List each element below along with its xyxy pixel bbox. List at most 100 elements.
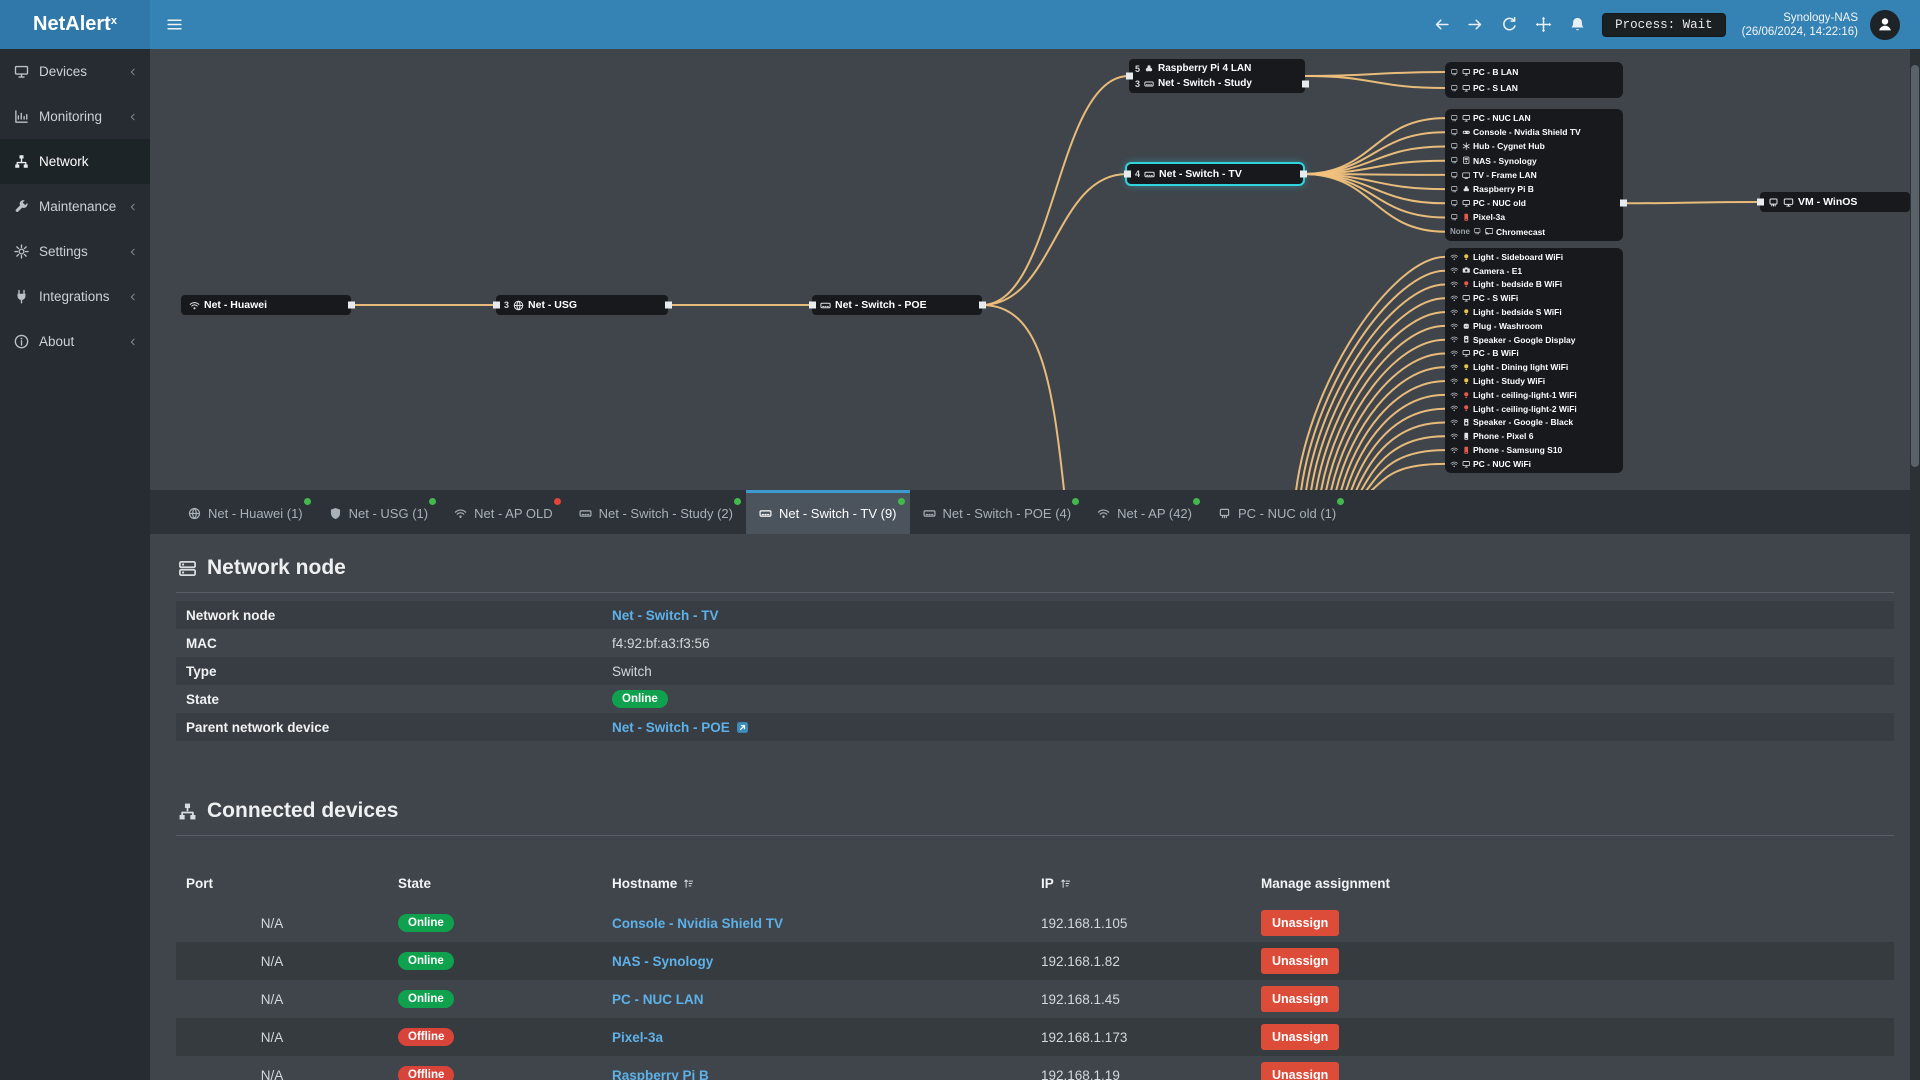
scrollbar-thumb[interactable] [1911, 65, 1919, 467]
device-leaf-speaker-google-display[interactable]: Speaker - Google Display [1450, 333, 1618, 347]
device-leaf-plug-washroom[interactable]: Plug - Washroom [1450, 319, 1618, 333]
device-leaf-light-study-wifi[interactable]: Light - Study WiFi [1450, 374, 1618, 388]
shield-icon [329, 507, 342, 520]
device-leaf-light-bedside-s-wifi[interactable]: Light - bedside S WiFi [1450, 305, 1618, 319]
hostname-link[interactable]: Raspberry Pi B [612, 1068, 709, 1080]
device-leaf-light-sideboard-wifi[interactable]: Light - Sideboard WiFi [1450, 250, 1618, 264]
topology-node-net-switch-poe[interactable]: Net - Switch - POE [808, 295, 986, 315]
sidebar-item-network[interactable]: Network [0, 139, 150, 184]
topology-node-vm-winos[interactable]: VM - WinOS [1756, 192, 1910, 212]
state-badge: Offline [398, 1066, 455, 1080]
device-label: Phone - Samsung S10 [1473, 445, 1563, 456]
tab-net-switch-poe-4[interactable]: Net - Switch - POE (4) [910, 490, 1085, 534]
hostname-link[interactable]: PC - NUC LAN [612, 992, 704, 1007]
device-leaf-pc-b-lan[interactable]: PC - B LAN [1450, 64, 1618, 80]
refresh-button[interactable] [1492, 16, 1526, 33]
eth-icon [1450, 142, 1459, 151]
topology-node-group-study[interactable]: 5 Raspberry Pi 4 LAN 3 Net - Switch - Study [1125, 59, 1309, 93]
node-link[interactable]: Net - Switch - TV [612, 608, 719, 623]
tab-pc-nuc-old-1[interactable]: PC - NUC old (1) [1205, 490, 1349, 534]
hostname-link[interactable]: NAS - Synology [612, 954, 713, 969]
device-leaf-pc-nuc-lan[interactable]: PC - NUC LAN [1450, 111, 1618, 125]
device-leaf-console-nvidia-shield-tv[interactable]: Console - Nvidia Shield TV [1450, 125, 1618, 139]
device-leaf-camera-e1[interactable]: Camera - E1 [1450, 264, 1618, 278]
sidebar-item-monitoring[interactable]: Monitoring [0, 94, 150, 139]
node-label: Net - USG [528, 299, 578, 311]
tab-net-ap-42[interactable]: Net - AP (42) [1084, 490, 1205, 534]
sidebar-item-devices[interactable]: Devices [0, 49, 150, 94]
device-leaf-pc-nuc-old[interactable]: PC - NUC old [1450, 196, 1618, 210]
device-leaf-speaker-google-black[interactable]: Speaker - Google - Black [1450, 416, 1618, 430]
node-tabs: Net - Huawei (1) Net - USG (1) Net - AP OL… [150, 490, 1920, 534]
connector [492, 301, 500, 309]
device-leaf-pc-nuc-wifi[interactable]: PC - NUC WiFi [1450, 457, 1618, 471]
hostname-link[interactable]: Pixel-3a [612, 1030, 663, 1045]
column-header-ip[interactable]: IP [1041, 876, 1261, 891]
process-status-badge[interactable]: Process: Wait [1602, 12, 1726, 37]
hostname-link[interactable]: Console - Nvidia Shield TV [612, 916, 783, 931]
back-button[interactable] [1424, 16, 1458, 33]
column-header-hostname[interactable]: Hostname [612, 876, 1041, 891]
device-label: Light - Sideboard WiFi [1473, 251, 1564, 262]
device-leaf-light-ceiling-light-1-wifi[interactable]: Light - ceiling-light-1 WiFi [1450, 388, 1618, 402]
info-label: State [186, 691, 220, 707]
pc-icon [1462, 294, 1471, 303]
device-leaf-phone-pixel-6[interactable]: Phone - Pixel 6 [1450, 429, 1618, 443]
device-leaf-raspberry-pi-b[interactable]: Raspberry Pi B [1450, 182, 1618, 196]
tab-net-switch-tv-9[interactable]: Net - Switch - TV (9) [746, 490, 910, 534]
sidebar-item-settings[interactable]: Settings [0, 229, 150, 274]
stack-row-raspberry-pi-4-lan[interactable]: 5 Raspberry Pi 4 LAN [1135, 61, 1299, 76]
device-label: Speaker - Google Display [1473, 334, 1576, 345]
sidebar-item-label: Settings [39, 244, 88, 259]
unassign-button[interactable]: Unassign [1261, 1024, 1340, 1050]
globe-icon [188, 507, 201, 520]
table-row: N/A Offline Pixel-3a 192.168.1.173 Unassign [176, 1018, 1894, 1056]
unassign-button[interactable]: Unassign [1261, 1062, 1340, 1080]
user-icon [1877, 16, 1893, 34]
device-leaf-hub-cygnet-hub[interactable]: Hub - Cygnet Hub [1450, 139, 1618, 153]
node-label: Net - Huawei [204, 299, 268, 311]
sidebar-item-about[interactable]: About [0, 319, 150, 364]
sidebar-item-integrations[interactable]: Integrations [0, 274, 150, 319]
device-label: PC - NUC LAN [1473, 113, 1531, 124]
unassign-button[interactable]: Unassign [1261, 986, 1340, 1012]
forward-button[interactable] [1458, 16, 1492, 33]
tab-net-usg-1[interactable]: Net - USG (1) [316, 490, 441, 534]
tab-net-ap-old[interactable]: Net - AP OLD [441, 490, 566, 534]
parent-node-link[interactable]: Net - Switch - POE [612, 720, 730, 735]
device-leaf-pc-s-lan[interactable]: PC - S LAN [1450, 80, 1618, 96]
status-dot [553, 498, 561, 505]
device-leaf-light-bedside-b-wifi[interactable]: Light - bedside B WiFi [1450, 278, 1618, 292]
tab-net-switch-study-2[interactable]: Net - Switch - Study (2) [566, 490, 746, 534]
move-button[interactable] [1526, 16, 1560, 33]
unassign-button[interactable]: Unassign [1261, 910, 1340, 936]
device-leaf-pc-s-wifi[interactable]: PC - S WiFi [1450, 291, 1618, 305]
topology-node-net-switch-tv[interactable]: 4 Net - Switch - TV [1123, 162, 1307, 186]
device-leaf-pc-b-wifi[interactable]: PC - B WiFi [1450, 347, 1618, 361]
device-leaf-pixel-3a[interactable]: Pixel-3a [1450, 210, 1618, 224]
sidebar-toggle-button[interactable] [150, 0, 198, 49]
avatar[interactable] [1870, 9, 1900, 40]
topology-node-net-usg[interactable]: 3 Net - USG [492, 295, 672, 315]
stack-row-net-switch-study[interactable]: 3 Net - Switch - Study [1135, 76, 1299, 91]
wifi-icon [1450, 322, 1459, 331]
table-row: N/A Offline Raspberry Pi B 192.168.1.19 Unas… [176, 1056, 1894, 1080]
device-leaf-chromecast[interactable]: None Chromecast [1450, 225, 1618, 239]
device-label: Light - bedside B WiFi [1473, 279, 1563, 290]
wifi-icon [1450, 446, 1459, 455]
device-leaf-tv-frame-lan[interactable]: TV - Frame LAN [1450, 168, 1618, 182]
device-leaf-nas-synology[interactable]: NAS - Synology [1450, 154, 1618, 168]
sidebar-item-maintenance[interactable]: Maintenance [0, 184, 150, 229]
bulb-icon [1462, 391, 1471, 400]
chevron-left-icon [128, 247, 138, 257]
topology-node-net-huawei[interactable]: Net - Huawei [181, 295, 355, 315]
eth-icon [1768, 197, 1779, 208]
device-leaf-light-dining-light-wifi[interactable]: Light - Dining light WiFi [1450, 360, 1618, 374]
device-leaf-phone-samsung-s10[interactable]: Phone - Samsung S10 [1450, 443, 1618, 457]
device-leaf-light-ceiling-light-2-wifi[interactable]: Light - ceiling-light-2 WiFi [1450, 402, 1618, 416]
app-logo[interactable]: NetAlert x [0, 0, 150, 49]
tab-net-huawei-1[interactable]: Net - Huawei (1) [175, 490, 316, 534]
device-label: Chromecast [1496, 226, 1546, 237]
unassign-button[interactable]: Unassign [1261, 948, 1340, 974]
notifications-bell-icon[interactable] [1560, 16, 1594, 33]
